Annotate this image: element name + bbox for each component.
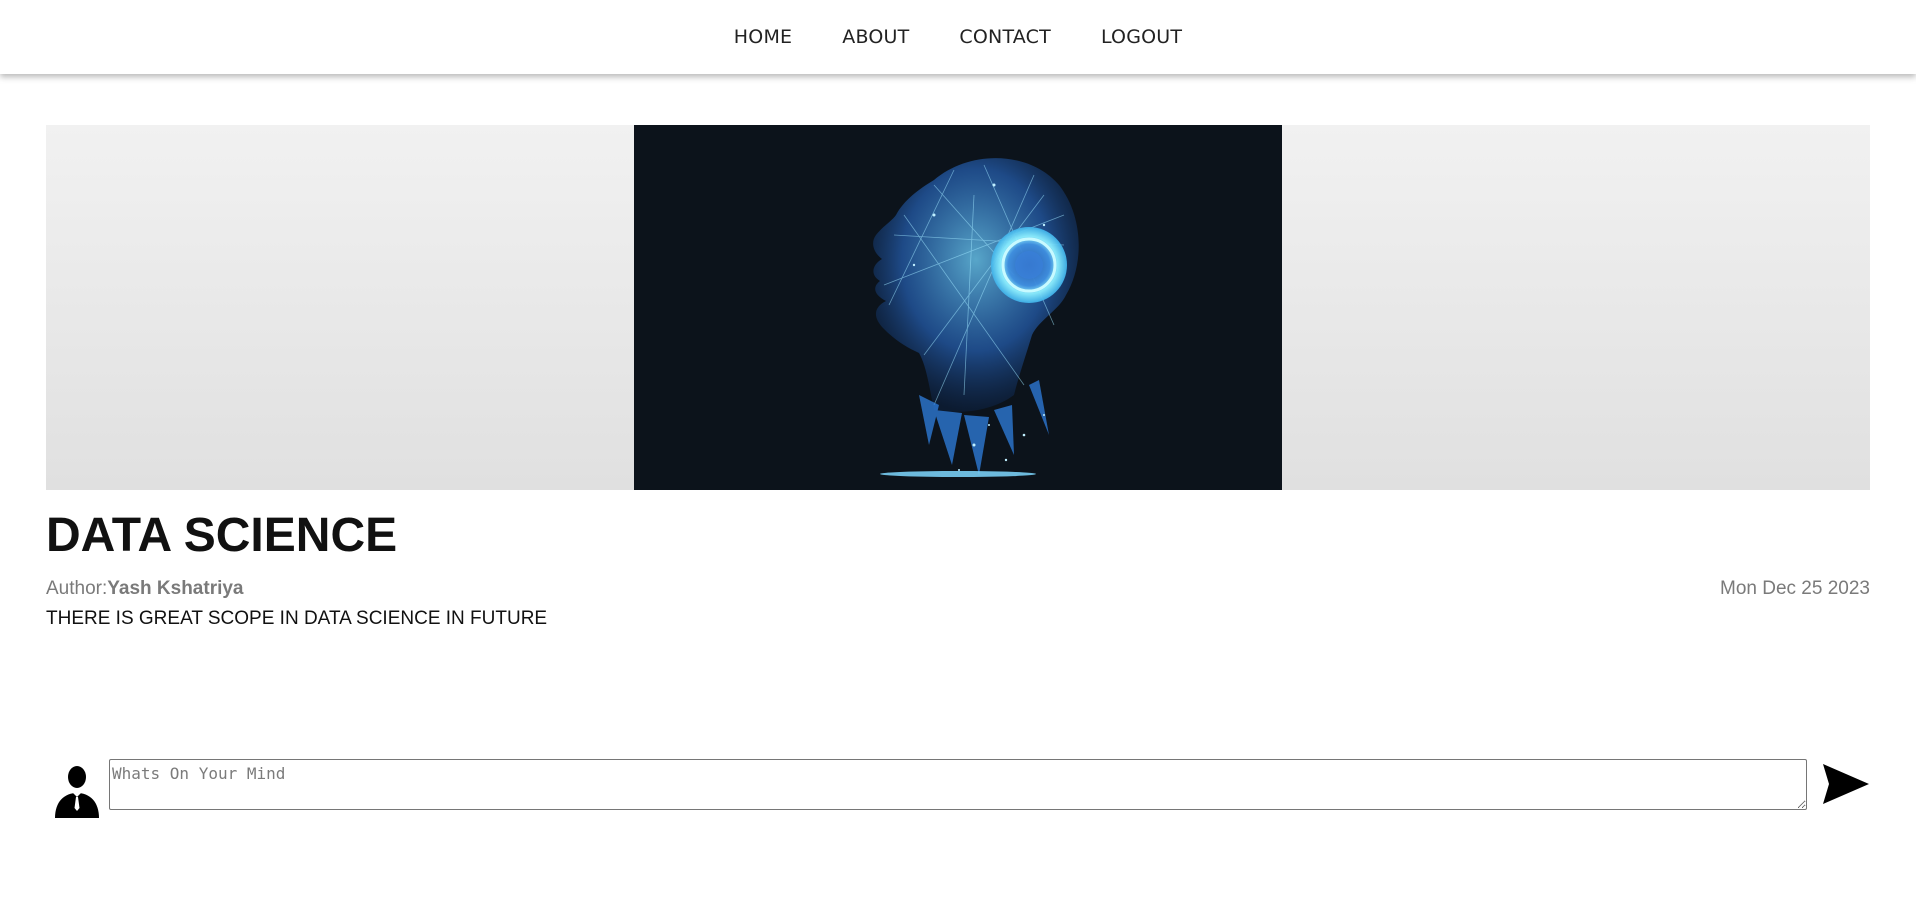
post-hero-banner [46, 125, 1870, 490]
post-cover-image [634, 125, 1282, 490]
post-body: THERE IS GREAT SCOPE IN DATA SCIENCE IN … [46, 608, 548, 629]
author-label: Author: [46, 578, 108, 599]
author-name: Yash Kshatriya [107, 578, 244, 599]
user-avatar-icon [55, 766, 99, 818]
nav-item-home: HOME [734, 26, 792, 48]
comment-bar [46, 758, 1870, 818]
ai-head-illustration-icon [873, 158, 1079, 477]
nav-item-contact: CONTACT [959, 26, 1051, 48]
nav-menu: HOME ABOUT CONTACT LOGOUT [734, 26, 1182, 48]
nav-item-about: ABOUT [842, 26, 909, 48]
comment-input[interactable] [109, 759, 1807, 810]
nav-link-about[interactable]: ABOUT [842, 26, 909, 48]
top-navbar: HOME ABOUT CONTACT LOGOUT [0, 0, 1916, 74]
post-title: DATA SCIENCE [46, 509, 398, 562]
send-icon [1823, 764, 1869, 804]
post-meta: Author:Yash Kshatriya Mon Dec 25 2023 [46, 578, 1870, 600]
nav-link-logout[interactable]: LOGOUT [1101, 26, 1182, 48]
send-button[interactable] [1822, 764, 1870, 804]
post-date: Mon Dec 25 2023 [1720, 578, 1870, 599]
nav-link-home[interactable]: HOME [734, 26, 792, 48]
nav-item-logout: LOGOUT [1101, 26, 1182, 48]
nav-link-contact[interactable]: CONTACT [959, 26, 1051, 48]
